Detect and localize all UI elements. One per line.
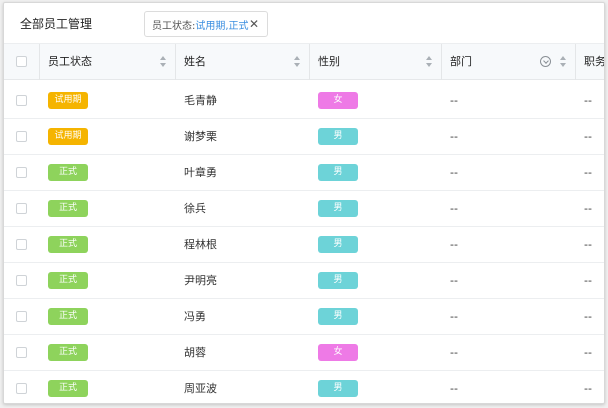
close-icon[interactable]: ✕ bbox=[249, 18, 259, 30]
table-row[interactable]: 正式 冯勇 男 -- -- bbox=[4, 299, 604, 335]
title-value: -- bbox=[584, 166, 592, 179]
status-badge: 正式 bbox=[48, 344, 88, 361]
table-row[interactable]: 正式 尹明亮 男 -- -- bbox=[4, 263, 604, 299]
gender-badge: 男 bbox=[318, 236, 358, 253]
column-label: 员工状态 bbox=[48, 55, 92, 68]
department-value: -- bbox=[450, 166, 458, 179]
employee-window: 全部员工管理 员工状态: 试用期,正式 ✕ 员工状态 姓名 性别 部门 职务 试… bbox=[3, 2, 605, 404]
status-filter-tag[interactable]: 员工状态: 试用期,正式 ✕ bbox=[144, 11, 268, 37]
title-value: -- bbox=[584, 274, 592, 287]
status-badge: 正式 bbox=[48, 164, 88, 181]
sort-icon[interactable] bbox=[426, 56, 433, 68]
column-label: 姓名 bbox=[184, 55, 206, 68]
table-row[interactable]: 试用期 谢梦栗 男 -- -- bbox=[4, 119, 604, 155]
column-header-status[interactable]: 员工状态 bbox=[40, 44, 176, 80]
column-header-title[interactable]: 职务 bbox=[576, 44, 605, 80]
department-value: -- bbox=[450, 274, 458, 287]
title-value: -- bbox=[584, 202, 592, 215]
table-header: 员工状态 姓名 性别 部门 职务 bbox=[4, 43, 604, 80]
gender-badge: 男 bbox=[318, 200, 358, 217]
employee-name[interactable]: 周亚波 bbox=[184, 371, 217, 403]
column-label: 职务 bbox=[584, 55, 605, 68]
gender-badge: 男 bbox=[318, 308, 358, 325]
gender-badge: 男 bbox=[318, 128, 358, 145]
employee-name[interactable]: 冯勇 bbox=[184, 299, 206, 334]
title-value: -- bbox=[584, 346, 592, 359]
department-value: -- bbox=[450, 310, 458, 323]
table-row[interactable]: 正式 程林根 男 -- -- bbox=[4, 227, 604, 263]
status-badge: 正式 bbox=[48, 308, 88, 325]
sort-icon[interactable] bbox=[160, 56, 167, 68]
title-value: -- bbox=[584, 238, 592, 251]
column-label: 部门 bbox=[450, 55, 472, 68]
sort-icon[interactable] bbox=[560, 56, 567, 68]
column-header-gender[interactable]: 性别 bbox=[310, 44, 442, 80]
gender-badge: 女 bbox=[318, 92, 358, 109]
department-value: -- bbox=[450, 202, 458, 215]
row-checkbox[interactable] bbox=[16, 95, 27, 106]
table-row[interactable]: 正式 胡蓉 女 -- -- bbox=[4, 335, 604, 371]
page-title: 全部员工管理 bbox=[20, 17, 93, 31]
table-row[interactable]: 正式 周亚波 男 -- -- bbox=[4, 371, 604, 403]
column-header-name[interactable]: 姓名 bbox=[176, 44, 310, 80]
filter-icon[interactable] bbox=[540, 56, 551, 67]
row-checkbox[interactable] bbox=[16, 203, 27, 214]
gender-badge: 男 bbox=[318, 164, 358, 181]
row-checkbox[interactable] bbox=[16, 131, 27, 142]
table-row[interactable]: 试用期 毛青静 女 -- -- bbox=[4, 83, 604, 119]
department-value: -- bbox=[450, 382, 458, 395]
title-value: -- bbox=[584, 130, 592, 143]
department-value: -- bbox=[450, 238, 458, 251]
table-row[interactable]: 正式 徐兵 男 -- -- bbox=[4, 191, 604, 227]
employee-name[interactable]: 叶章勇 bbox=[184, 155, 217, 190]
department-value: -- bbox=[450, 346, 458, 359]
employee-name[interactable]: 尹明亮 bbox=[184, 263, 217, 298]
status-badge: 正式 bbox=[48, 272, 88, 289]
row-checkbox[interactable] bbox=[16, 167, 27, 178]
status-badge: 试用期 bbox=[48, 128, 88, 145]
employee-name[interactable]: 胡蓉 bbox=[184, 335, 206, 370]
employee-name[interactable]: 毛青静 bbox=[184, 83, 217, 118]
status-badge: 正式 bbox=[48, 380, 88, 397]
header-select-all[interactable] bbox=[4, 44, 40, 80]
row-checkbox[interactable] bbox=[16, 383, 27, 394]
gender-badge: 男 bbox=[318, 272, 358, 289]
table-row[interactable]: 正式 叶章勇 男 -- -- bbox=[4, 155, 604, 191]
department-value: -- bbox=[450, 130, 458, 143]
row-checkbox[interactable] bbox=[16, 275, 27, 286]
status-badge: 试用期 bbox=[48, 92, 88, 109]
row-checkbox[interactable] bbox=[16, 239, 27, 250]
department-value: -- bbox=[450, 94, 458, 107]
title-value: -- bbox=[584, 94, 592, 107]
toolbar: 全部员工管理 员工状态: 试用期,正式 ✕ bbox=[4, 3, 604, 43]
employee-name[interactable]: 谢梦栗 bbox=[184, 119, 217, 154]
employee-name[interactable]: 程林根 bbox=[184, 227, 217, 262]
select-all-checkbox[interactable] bbox=[16, 56, 27, 67]
employee-name[interactable]: 徐兵 bbox=[184, 191, 206, 226]
filter-key: 员工状态: bbox=[152, 20, 196, 32]
status-badge: 正式 bbox=[48, 200, 88, 217]
row-checkbox[interactable] bbox=[16, 311, 27, 322]
filter-value: 试用期,正式 bbox=[195, 20, 249, 32]
status-badge: 正式 bbox=[48, 236, 88, 253]
gender-badge: 女 bbox=[318, 344, 358, 361]
column-header-dept[interactable]: 部门 bbox=[442, 44, 576, 80]
title-value: -- bbox=[584, 310, 592, 323]
gender-badge: 男 bbox=[318, 380, 358, 397]
row-checkbox[interactable] bbox=[16, 347, 27, 358]
column-label: 性别 bbox=[318, 55, 340, 68]
title-value: -- bbox=[584, 382, 592, 395]
sort-icon[interactable] bbox=[294, 56, 301, 68]
